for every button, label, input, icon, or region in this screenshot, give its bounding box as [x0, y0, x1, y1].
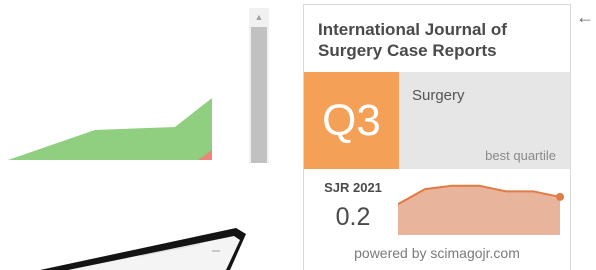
quartile-badge: Q3: [304, 72, 399, 169]
quartile-panel: Q3 Surgery best quartile: [304, 72, 570, 169]
sjr-trend-sparkline: [398, 184, 564, 235]
journal-title-line-2: Surgery Case Reports: [318, 41, 497, 60]
best-quartile-caption: best quartile: [485, 148, 556, 163]
subject-category: Surgery: [412, 87, 465, 104]
laptop-screen-detail-2: [212, 250, 220, 252]
green-area: [8, 98, 212, 160]
page: ▲ International Journal of Surgery Case …: [0, 0, 596, 270]
sjr-value: 0.2: [335, 203, 371, 231]
journal-title[interactable]: International Journal of Surgery Case Re…: [318, 19, 563, 61]
scrollbar[interactable]: ▲: [249, 8, 269, 163]
back-arrow-icon[interactable]: ←: [576, 8, 594, 26]
sjr-widget[interactable]: International Journal of Surgery Case Re…: [303, 4, 571, 270]
scroll-up-arrow-icon[interactable]: ▲: [249, 8, 269, 26]
journal-title-line-1: International Journal of: [318, 20, 507, 39]
background-area-chart: [8, 98, 212, 160]
sjr-label: SJR 2021: [324, 180, 382, 195]
sjr-trend-area: [398, 185, 560, 235]
laptop-preview-image: [40, 228, 246, 270]
sjr-trend-endpoint: [556, 192, 564, 201]
scroll-thumb[interactable]: [251, 27, 267, 163]
powered-by-link[interactable]: powered by scimagojr.com: [304, 245, 570, 261]
